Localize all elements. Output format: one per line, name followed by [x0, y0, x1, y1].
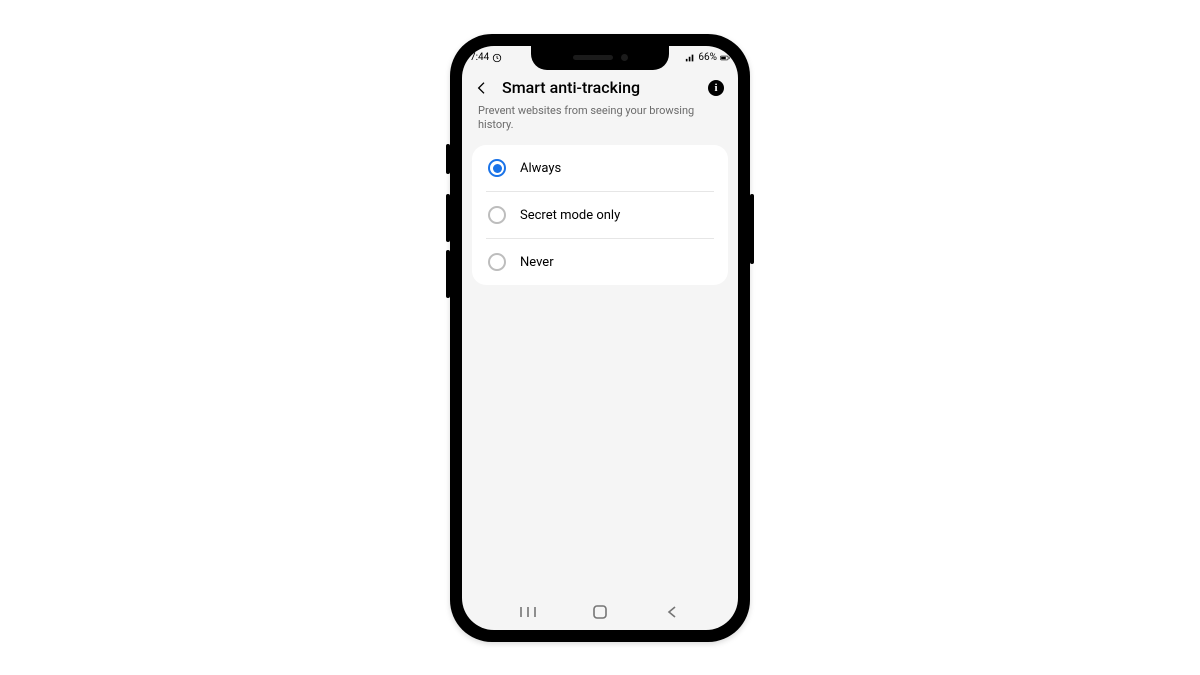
- option-never[interactable]: Never: [486, 239, 714, 285]
- battery-icon: [720, 53, 730, 63]
- status-time: 7:44: [470, 52, 489, 63]
- clock-icon: [492, 53, 502, 63]
- option-label: Always: [520, 161, 561, 176]
- page-title: Smart anti-tracking: [502, 78, 698, 97]
- radio-icon: [488, 253, 506, 271]
- option-label: Secret mode only: [520, 208, 620, 223]
- phone-side-button: [446, 144, 450, 174]
- content-fill: [462, 285, 738, 595]
- radio-icon: [488, 206, 506, 224]
- home-icon: [592, 604, 608, 620]
- back-button[interactable]: [472, 78, 492, 98]
- front-camera: [621, 54, 628, 61]
- info-button[interactable]: i: [708, 80, 724, 96]
- phone-notch: [531, 46, 669, 70]
- option-label: Never: [520, 255, 554, 270]
- option-secret-mode-only[interactable]: Secret mode only: [486, 192, 714, 239]
- phone-side-button: [750, 194, 754, 264]
- chevron-left-icon: [474, 80, 490, 96]
- app-header: Smart anti-tracking i: [462, 70, 738, 104]
- options-card: Always Secret mode only Never: [472, 145, 728, 285]
- page-subtitle: Prevent websites from seeing your browsi…: [462, 104, 738, 146]
- nav-back-button[interactable]: [654, 602, 690, 622]
- signal-icon: [685, 53, 695, 63]
- nav-home-button[interactable]: [582, 602, 618, 622]
- option-always[interactable]: Always: [486, 145, 714, 192]
- nav-recent-button[interactable]: [510, 602, 546, 622]
- phone-side-button: [446, 250, 450, 298]
- screen: 7:44 66% Smart anti-tracking i Prevent w…: [462, 46, 738, 630]
- phone-side-button: [446, 194, 450, 242]
- recent-apps-icon: [519, 605, 537, 619]
- phone-frame: 7:44 66% Smart anti-tracking i Prevent w…: [450, 34, 750, 642]
- chevron-left-icon: [665, 605, 679, 619]
- speaker-grille: [573, 55, 613, 60]
- system-nav-bar: [462, 596, 738, 630]
- radio-icon: [488, 159, 506, 177]
- status-battery: 66%: [698, 52, 717, 63]
